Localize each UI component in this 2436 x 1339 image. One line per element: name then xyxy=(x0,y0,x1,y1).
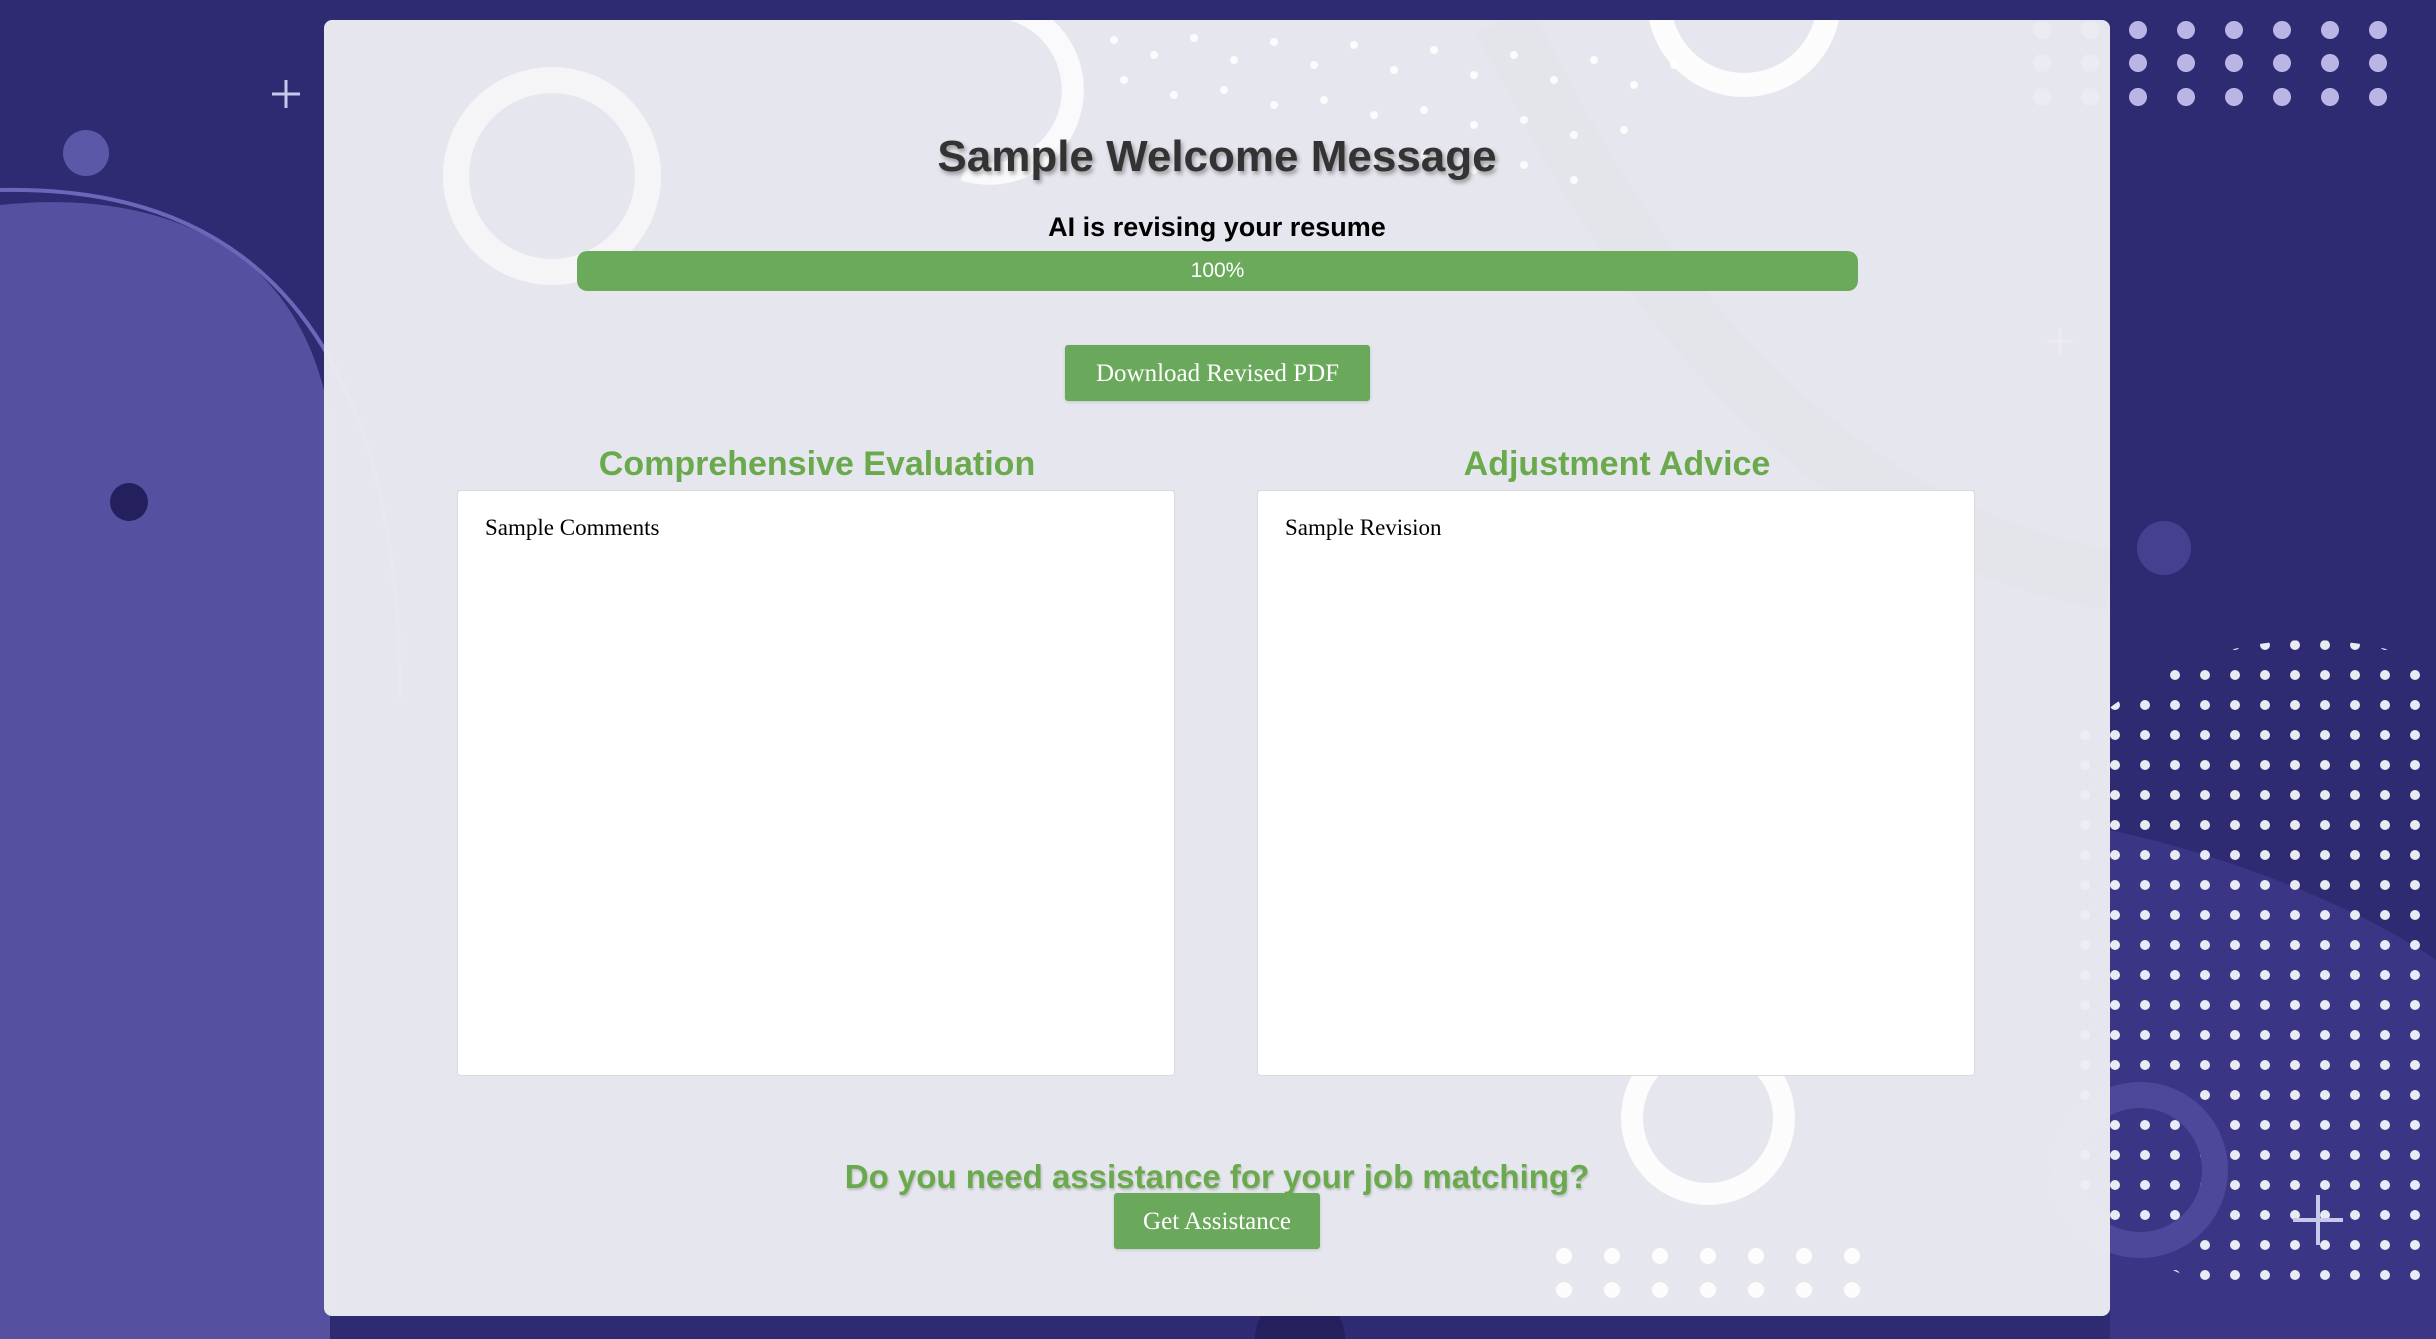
get-assistance-button[interactable]: Get Assistance xyxy=(1114,1193,1320,1249)
progress-label: 100% xyxy=(1190,259,1245,282)
main-card: Sample Welcome Message AI is revising yo… xyxy=(324,20,2110,1316)
advice-panel[interactable]: Sample Revision xyxy=(1257,490,1975,1076)
status-message: AI is revising your resume xyxy=(1048,212,1386,242)
assistance-question: Do you need assistance for your job matc… xyxy=(844,1158,1590,1195)
progress-bar: 100% xyxy=(577,251,1858,291)
advice-heading: Adjustment Advice xyxy=(1463,445,1771,483)
evaluation-heading: Comprehensive Evaluation xyxy=(598,445,1036,483)
download-pdf-button[interactable]: Download Revised PDF xyxy=(1065,345,1370,401)
page-title: Sample Welcome Message xyxy=(937,132,1497,181)
evaluation-text: Sample Comments xyxy=(485,515,660,540)
evaluation-panel[interactable]: Sample Comments xyxy=(457,490,1175,1076)
advice-text: Sample Revision xyxy=(1285,515,1442,540)
